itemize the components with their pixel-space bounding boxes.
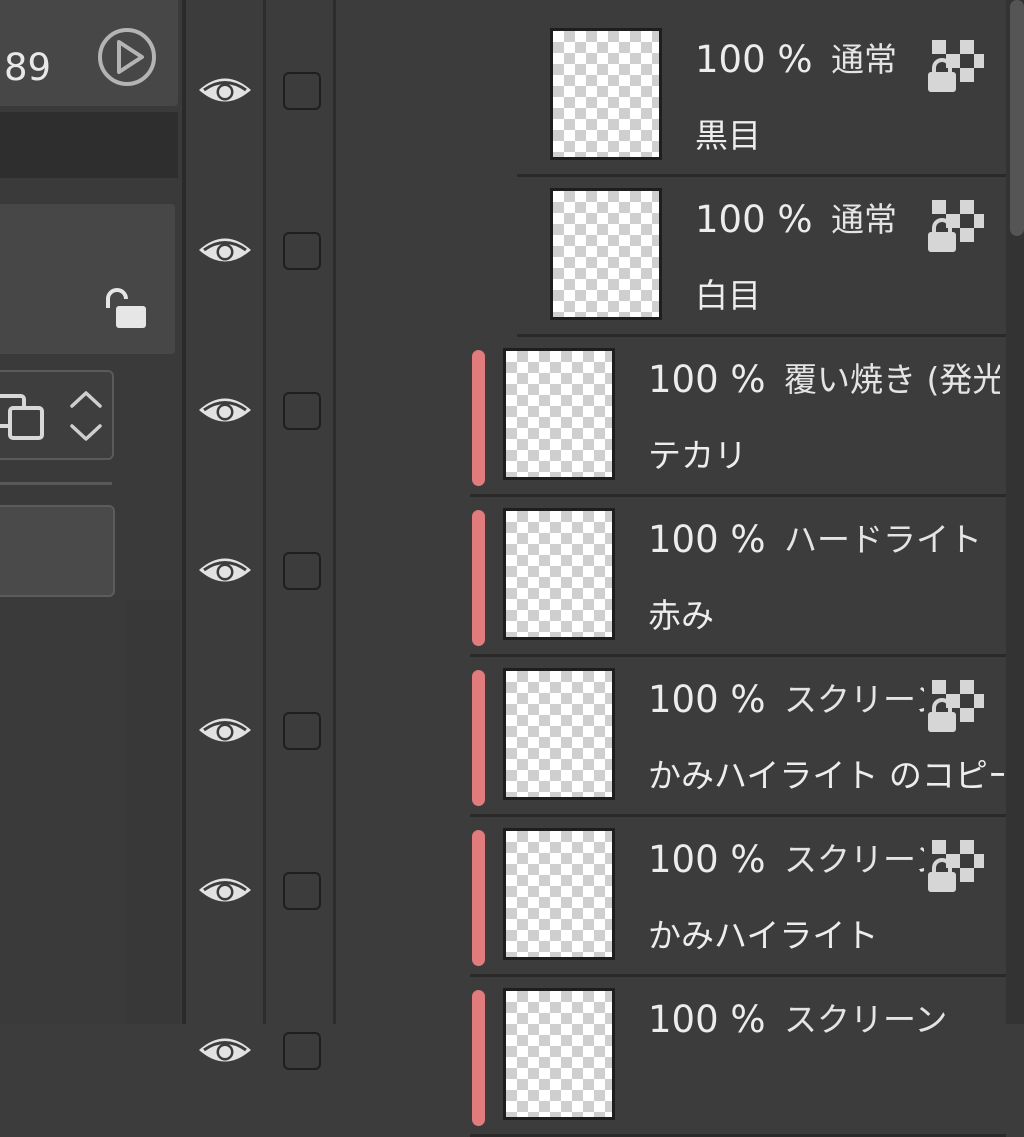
layer-thumbnail[interactable] [550, 28, 662, 160]
clipping-indicator [472, 670, 485, 806]
layer-thumbnail[interactable] [503, 668, 615, 800]
column-divider [182, 0, 186, 1024]
row-separator [517, 334, 1006, 337]
layer-opacity: 100 % [695, 38, 813, 81]
lock-transparency-icon[interactable] [928, 836, 986, 894]
layer-thumbnail[interactable] [503, 508, 615, 640]
row-separator [470, 814, 1006, 817]
value-box[interactable]: 89 [0, 0, 178, 106]
layer-select-checkbox[interactable] [283, 72, 321, 110]
clipping-indicator [472, 830, 485, 966]
eye-icon[interactable] [196, 73, 254, 107]
layer-thumbnail[interactable] [503, 348, 615, 480]
chevron-up-icon[interactable] [68, 386, 104, 414]
layer-select-checkbox[interactable] [283, 712, 321, 750]
clipping-indicator [472, 510, 485, 646]
layer-blend-mode: スクリーン [784, 680, 924, 719]
lock-transparency-icon[interactable] [928, 36, 986, 94]
eye-icon[interactable] [196, 393, 254, 427]
layer-name: かみハイライト [648, 916, 879, 955]
clipping-indicator [472, 350, 485, 486]
panel-separator [0, 482, 112, 485]
property-field[interactable] [0, 505, 115, 597]
panel-divider-strip [0, 112, 178, 178]
layer-select-checkbox[interactable] [283, 552, 321, 590]
eye-icon[interactable] [196, 713, 254, 747]
layer-opacity: 100 % [648, 358, 766, 401]
layer-name: 黒目 [695, 116, 761, 155]
chevron-down-icon[interactable] [68, 418, 104, 446]
layer-thumbnail[interactable] [503, 988, 615, 1120]
clipping-indicator [472, 990, 485, 1126]
duplicate-icon[interactable] [0, 388, 50, 446]
layer-blend-mode: スクリーン [784, 840, 924, 879]
layer-opacity: 100 % [648, 998, 766, 1041]
layer-blend-mode: 通常 [831, 200, 897, 239]
layer-name: 赤み [648, 596, 714, 635]
row-separator [470, 654, 1006, 657]
layer-select-checkbox[interactable] [283, 232, 321, 270]
column-divider [263, 0, 266, 1024]
layer-name: テカリ [648, 436, 747, 475]
layer-blend-mode: スクリーン [784, 1000, 948, 1039]
value-readout: 89 [4, 46, 52, 89]
scrollbar-thumb[interactable] [1010, 0, 1024, 236]
layer-select-checkbox[interactable] [283, 872, 321, 910]
eye-icon[interactable] [196, 553, 254, 587]
lock-transparency-icon[interactable] [928, 676, 986, 734]
properties-panel: 89 [0, 0, 186, 1024]
layer-thumbnail[interactable] [503, 828, 615, 960]
panel-gutter [126, 600, 180, 1024]
unlock-icon[interactable] [100, 286, 152, 332]
layer-opacity: 100 % [695, 198, 813, 241]
play-icon[interactable] [96, 26, 158, 88]
column-divider [333, 0, 336, 1024]
eye-icon[interactable] [196, 1033, 254, 1067]
layer-thumbnail[interactable] [550, 188, 662, 320]
layer-blend-mode: ハードライト [784, 520, 982, 559]
lock-transparency-icon[interactable] [928, 196, 986, 254]
row-separator [470, 494, 1006, 497]
eye-icon[interactable] [196, 873, 254, 907]
eye-icon[interactable] [196, 233, 254, 267]
layer-select-checkbox[interactable] [283, 392, 321, 430]
layer-opacity: 100 % [648, 838, 766, 881]
layer-blend-mode: 通常 [831, 40, 897, 79]
layer-name: かみハイライト のコピー [648, 756, 1004, 795]
row-separator [517, 174, 1006, 177]
row-separator [470, 974, 1006, 977]
layer-select-checkbox[interactable] [283, 1032, 321, 1070]
layer-opacity: 100 % [648, 678, 766, 721]
layer-opacity: 100 % [648, 518, 766, 561]
layer-name: 白目 [695, 276, 761, 315]
layer-blend-mode: 覆い焼き (発光) [784, 360, 1000, 399]
